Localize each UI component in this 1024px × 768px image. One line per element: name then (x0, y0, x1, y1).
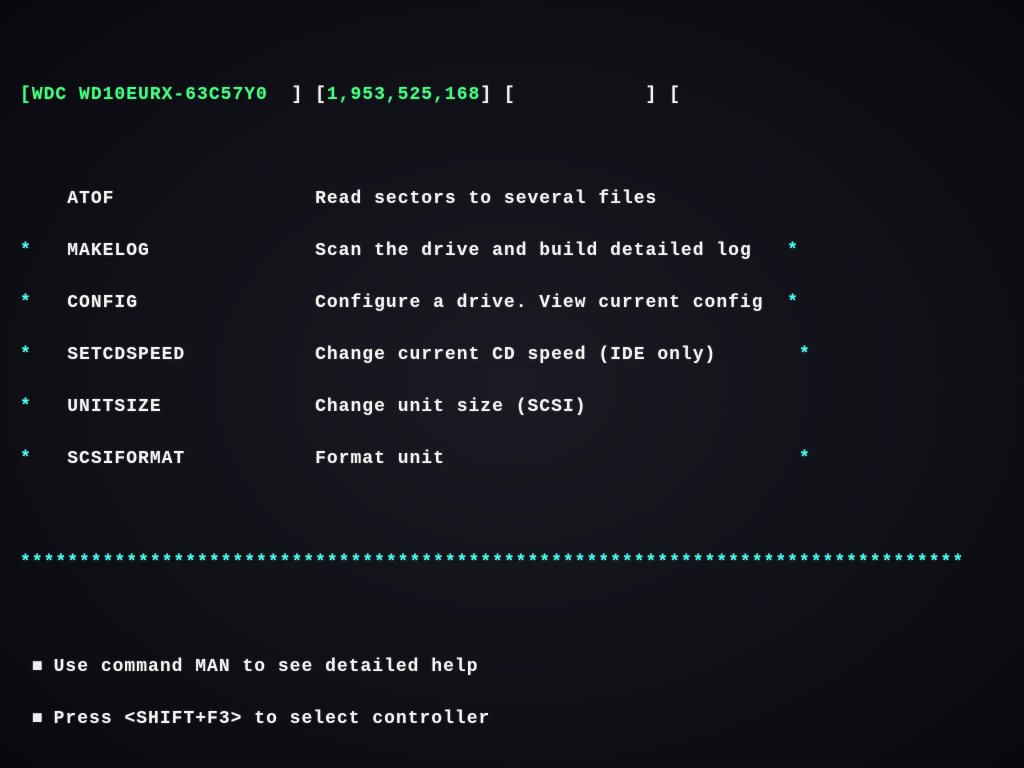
drive-header: [WDC WD10EURX-63C57Y0 ] [1,953,525,168] … (20, 82, 1018, 108)
help-man: Use command MAN to see detailed help (20, 654, 1018, 680)
cmd-atof: ATOF Read sectors to several files (20, 186, 1018, 212)
man-keyword: MAN (195, 657, 230, 677)
terminal-screen: [WDC WD10EURX-63C57Y0 ] [1,953,525,168] … (0, 0, 1024, 768)
star-divider: ****************************************… (20, 550, 1018, 576)
cmd-config: * CONFIG Configure a drive. View current… (20, 290, 1018, 316)
cmd-unitsize: * UNITSIZE Change unit size (SCSI) (20, 394, 1018, 420)
help-shift-f3: Press <SHIFT+F3> to select controller (20, 706, 1018, 732)
cmd-desc: Read sectors to several files (315, 189, 657, 209)
drive-model: WDC WD10EURX-63C57Y0 (32, 85, 268, 105)
cmd-name: ATOF (67, 189, 114, 209)
shift-f3-key: <SHIFT+F3> (124, 709, 242, 729)
cmd-setcdspeed: * SETCDSPEED Change current CD speed (ID… (20, 342, 1018, 368)
cmd-scsiformat: * SCSIFORMAT Format unit * (20, 446, 1018, 472)
drive-lba: 1,953,525,168 (327, 85, 480, 105)
cmd-makelog: * MAKELOG Scan the drive and build detai… (20, 238, 1018, 264)
